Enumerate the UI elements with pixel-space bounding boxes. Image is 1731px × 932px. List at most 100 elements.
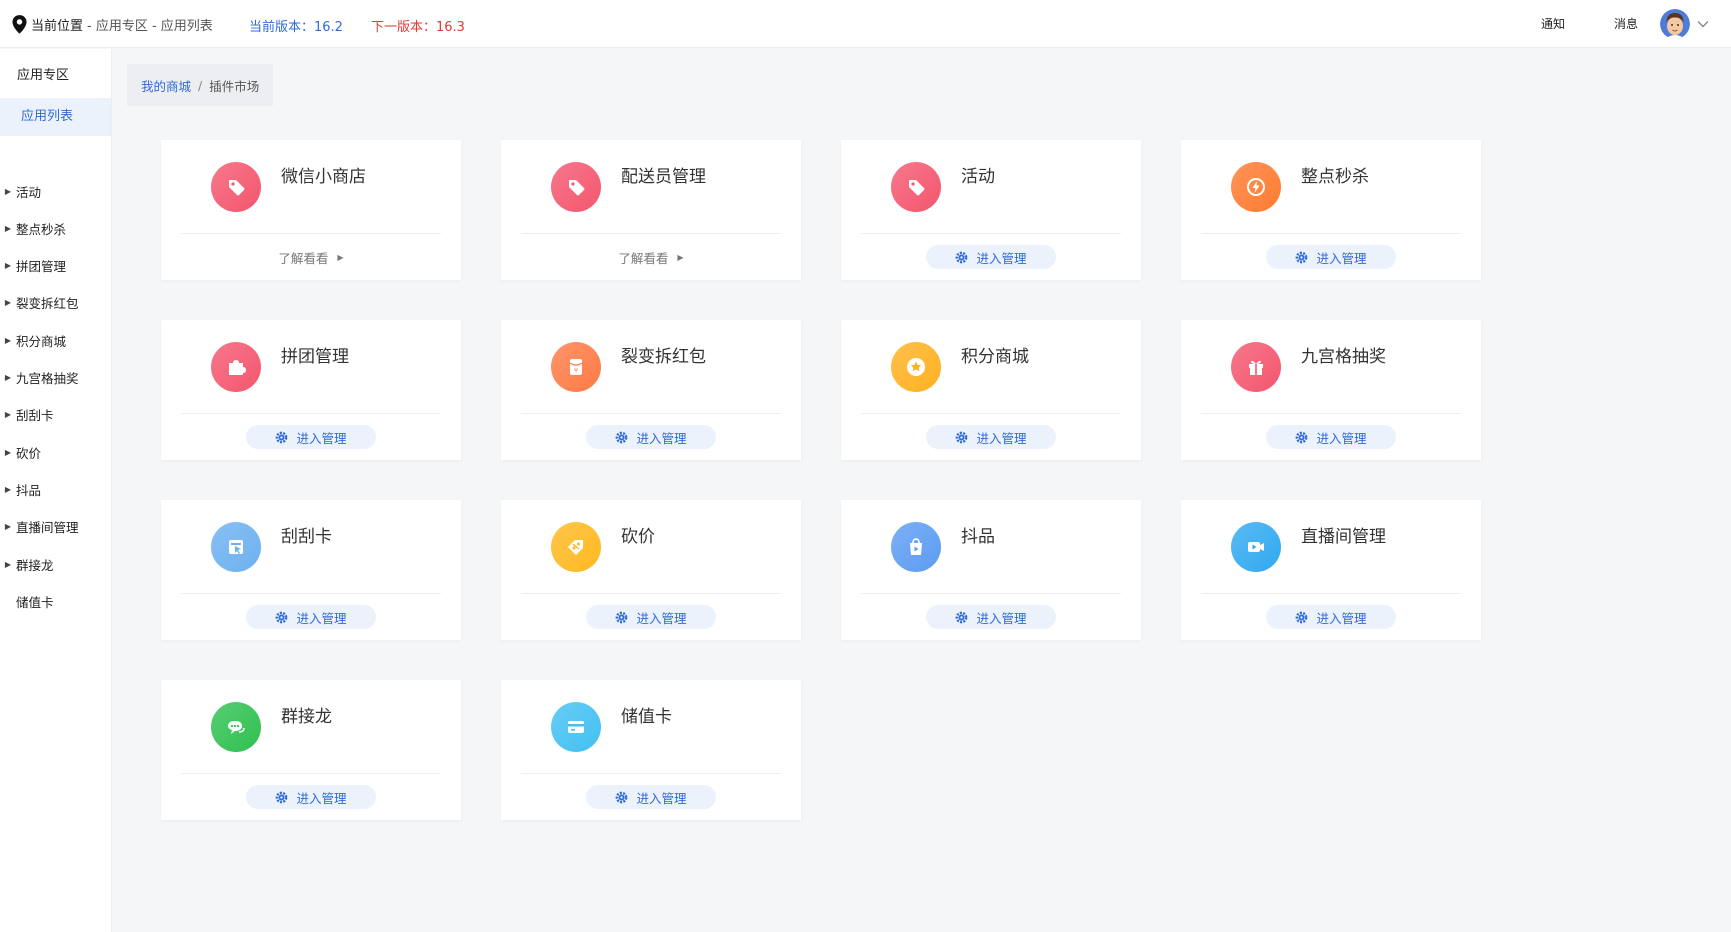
sidebar-item-label: 活动 <box>16 184 42 200</box>
caret-right-icon: ▶ <box>4 373 12 382</box>
button-label: 进入管理 <box>636 430 687 446</box>
button-label: 进入管理 <box>636 610 687 626</box>
sidebar-item-5[interactable]: ▶ 九宫格抽奖 <box>0 365 111 391</box>
plugin-title: 微信小商店 <box>281 167 366 187</box>
sidebar-item-2[interactable]: ▶ 拼团管理 <box>0 253 111 279</box>
plugin-card: 九宫格抽奖 进入管理 <box>1181 320 1481 460</box>
button-label: 进入管理 <box>1316 250 1367 266</box>
enter-management-button[interactable]: 进入管理 <box>586 785 716 809</box>
caret-right-icon: ▶ <box>4 298 12 308</box>
enter-management-button[interactable]: 进入管理 <box>926 425 1056 449</box>
plugin-card: 活动进入管理 <box>841 140 1141 280</box>
notice-button[interactable]: 通知 <box>1541 15 1565 32</box>
divider <box>521 593 781 594</box>
discount-tag-icon <box>551 522 601 572</box>
chevron-down-icon[interactable] <box>1696 17 1710 31</box>
learn-more-link[interactable]: 了解看看 ▶ <box>161 245 461 269</box>
sidebar-item-0[interactable]: ▶ 活动 <box>0 178 111 204</box>
caret-right-icon: ▶ <box>4 447 12 457</box>
divider <box>181 773 441 774</box>
gear-icon <box>616 431 628 443</box>
bank-card-icon <box>551 702 601 752</box>
plugin-title: 活动 <box>961 167 995 187</box>
breadcrumb-current: 插件市场 <box>209 78 260 94</box>
enter-management-button[interactable]: 进入管理 <box>1266 245 1396 269</box>
plugin-card: ¥ 裂变拆红包进入管理 <box>501 320 801 460</box>
caret-right-icon: ▶ <box>4 559 12 569</box>
enter-management-button[interactable]: 进入管理 <box>586 425 716 449</box>
plugin-title: 拼团管理 <box>281 347 349 367</box>
sidebar-item-label: 砍价 <box>16 445 42 461</box>
divider <box>861 593 1121 594</box>
caret-right-icon: ▶ <box>337 252 344 262</box>
breadcrumb-link-my-mall[interactable]: 我的商城 <box>141 76 191 95</box>
button-label: 进入管理 <box>296 790 347 806</box>
tag-icon <box>551 162 601 212</box>
current-version: 当前版本：16.2 <box>249 20 343 35</box>
sidebar-item-9[interactable]: ▶ 直播间管理 <box>0 514 111 540</box>
sidebar-item-1[interactable]: ▶ 整点秒杀 <box>0 215 111 241</box>
sidebar-item-label: 裂变拆红包 <box>16 296 79 312</box>
enter-management-button[interactable]: 进入管理 <box>246 425 376 449</box>
breadcrumb: 我的商城 / 插件市场 <box>127 64 274 106</box>
sidebar-item-10[interactable]: ▶ 群接龙 <box>0 551 111 577</box>
plugin-title: 积分商城 <box>961 347 1029 367</box>
divider <box>521 233 781 234</box>
enter-management-button[interactable]: 进入管理 <box>586 605 716 629</box>
gear-icon <box>276 611 288 623</box>
caret-right-icon: ▶ <box>4 223 12 233</box>
plugin-title: 裂变拆红包 <box>621 347 706 367</box>
learn-more-link[interactable]: 了解看看 ▶ <box>501 245 801 269</box>
puzzle-icon <box>211 342 261 392</box>
link-label: 了解看看 <box>618 250 669 266</box>
plugin-card: 直播间管理 进入管理 <box>1181 500 1481 640</box>
sidebar-item-label: 直播间管理 <box>16 520 79 536</box>
enter-management-button[interactable]: 进入管理 <box>246 605 376 629</box>
location-pin-icon <box>12 14 27 33</box>
enter-management-button[interactable]: 进入管理 <box>926 605 1056 629</box>
enter-management-button[interactable]: 进入管理 <box>926 245 1056 269</box>
lightning-icon <box>1231 162 1281 212</box>
enter-management-button[interactable]: 进入管理 <box>246 785 376 809</box>
sidebar-item-label: 刮刮卡 <box>16 408 54 424</box>
sidebar-item-label: 群接龙 <box>16 557 54 573</box>
divider <box>1201 413 1461 414</box>
divider <box>1201 233 1461 234</box>
plugin-title: 整点秒杀 <box>1301 167 1369 187</box>
divider <box>181 233 441 234</box>
enter-management-button[interactable]: 进入管理 <box>1266 605 1396 629</box>
sidebar-item-label: 九宫格抽奖 <box>16 371 79 386</box>
sidebar-item-app-list[interactable]: 应用列表 <box>0 98 111 136</box>
star-coin-icon <box>891 342 941 392</box>
sidebar: 应用专区 应用列表 ▶ 活动 ▶ 整点秒杀 ▶ 拼团管理 ▶ 裂变拆红包 ▶ 积分商城 ▶ 九宫格抽奖… <box>0 49 112 932</box>
plugin-title: 群接龙 <box>281 707 332 727</box>
gear-icon <box>1296 251 1308 263</box>
plugin-title: 配送员管理 <box>621 167 706 187</box>
gear-icon <box>276 791 288 803</box>
sidebar-item-11[interactable]: ▶储值卡 <box>0 588 111 614</box>
button-label: 进入管理 <box>976 250 1027 266</box>
plugin-title: 储值卡 <box>621 707 672 727</box>
divider <box>1201 593 1461 594</box>
sidebar-item-3[interactable]: ▶ 裂变拆红包 <box>0 290 111 316</box>
caret-right-icon: ▶ <box>677 252 684 262</box>
messages-button[interactable]: 消息 <box>1614 15 1638 32</box>
sidebar-item-6[interactable]: ▶ 刮刮卡 <box>0 402 111 428</box>
gear-icon <box>956 431 968 443</box>
user-avatar[interactable] <box>1660 9 1690 39</box>
chat-bubbles-icon <box>211 702 261 752</box>
red-envelope-icon: ¥ <box>551 342 601 392</box>
sidebar-item-4[interactable]: ▶ 积分商城 <box>0 327 111 353</box>
divider <box>861 233 1121 234</box>
caret-right-icon: ▶ <box>4 484 12 494</box>
gear-icon <box>276 431 288 443</box>
scratch-card-icon <box>211 522 261 572</box>
top-bar: 当前位置 - 应用专区 - 应用列表 当前版本：16.2 下一版本：16.3 通… <box>0 0 1731 48</box>
enter-management-button[interactable]: 进入管理 <box>1266 425 1396 449</box>
button-label: 进入管理 <box>296 430 347 446</box>
sidebar-item-8[interactable]: ▶ 抖品 <box>0 476 111 502</box>
sidebar-item-7[interactable]: ▶ 砍价 <box>0 439 111 465</box>
plugin-card: 积分商城进入管理 <box>841 320 1141 460</box>
tag-icon <box>211 162 261 212</box>
plugin-card: 砍价 进入管理 <box>501 500 801 640</box>
